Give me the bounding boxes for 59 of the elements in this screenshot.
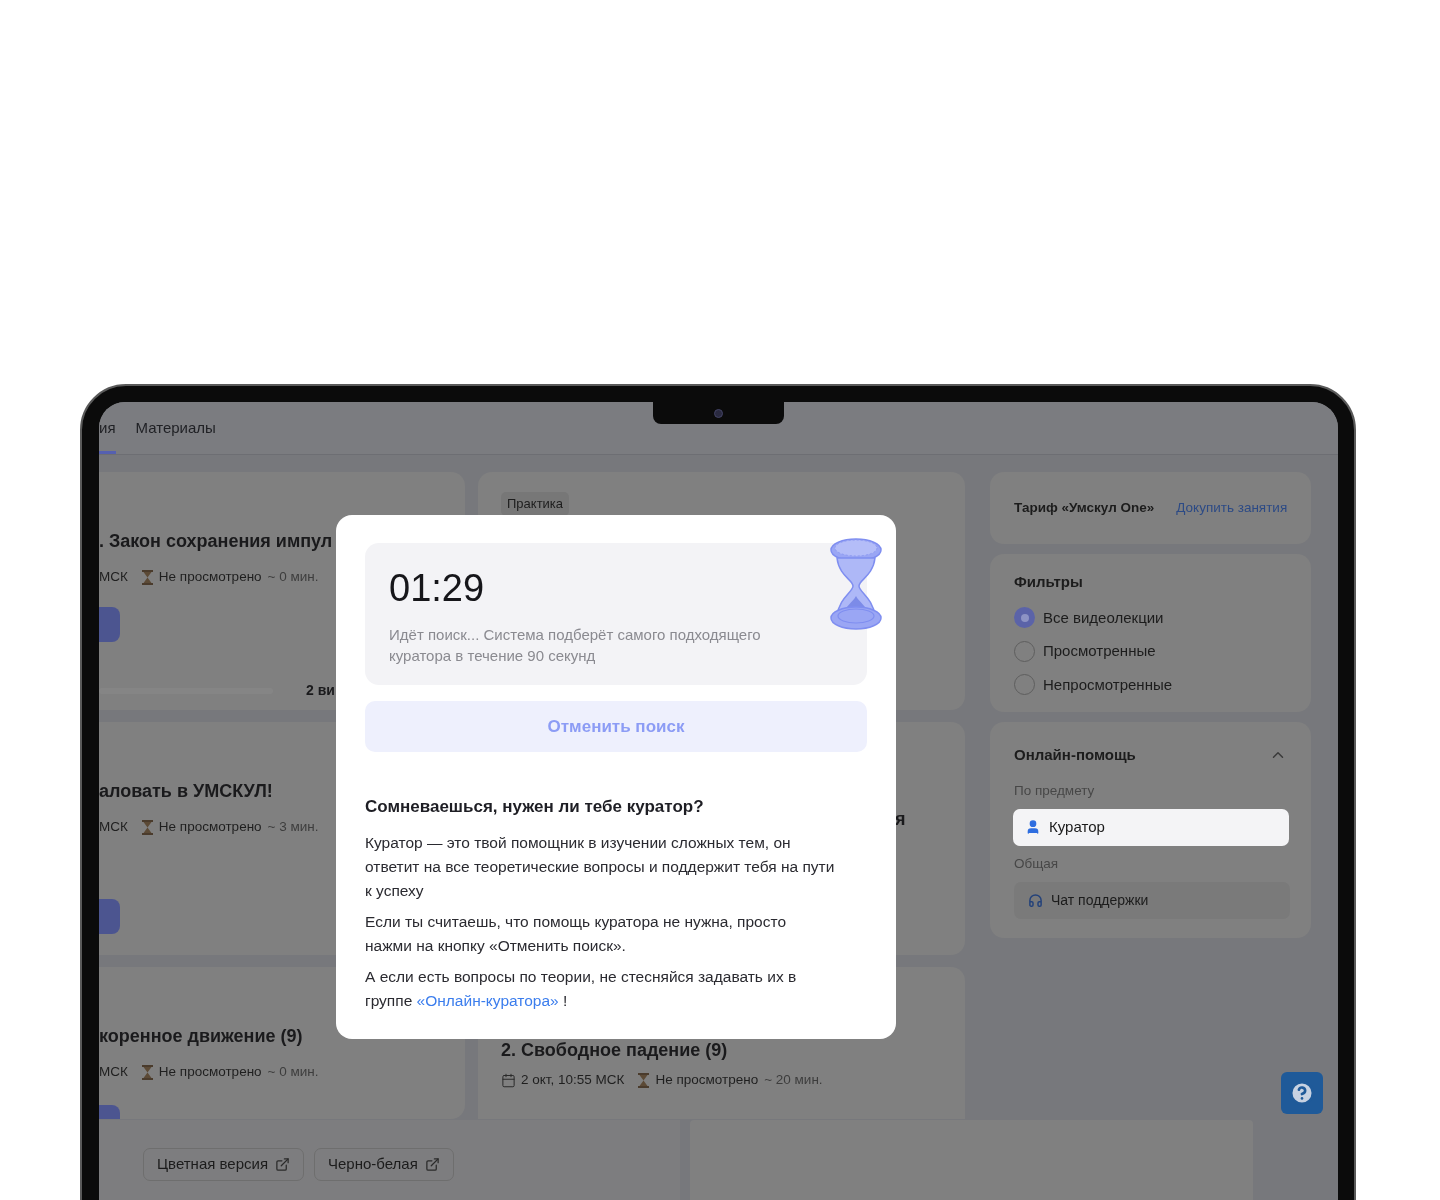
lesson-title: 2. Свободное падение (9) — [501, 1039, 729, 1062]
camera-icon — [714, 408, 723, 418]
filters-title: Фильтры — [1014, 572, 1084, 592]
lesson-date: 2 окт, 10:55 МСК — [521, 1071, 625, 1089]
download-button[interactable]: Цветная версия — [143, 1148, 304, 1181]
download-button[interactable]: Черно-белая — [314, 1148, 454, 1181]
calendar-icon — [501, 1072, 516, 1088]
dialog-paragraph: Если ты считаешь, что помощь куратора не нужна, просто нажми на кнопку «Отменить поиск». — [365, 911, 787, 956]
help-title: Онлайн-помощь — [1014, 745, 1136, 765]
hourglass-icon — [141, 819, 153, 835]
progress-label: 2 ви — [306, 681, 335, 701]
lesson-status: Не просмотрено — [655, 1071, 759, 1089]
hourglass-icon — [141, 569, 153, 585]
lesson-duration: ~ 3 мин. — [267, 818, 319, 836]
lesson-date: МСК — [99, 568, 128, 586]
lesson-status: Не просмотрено — [158, 568, 262, 586]
action-button[interactable] — [99, 1105, 120, 1120]
tariff-label: Тариф «Умскул One» — [1014, 498, 1155, 517]
lesson-title: я — [895, 808, 907, 831]
lesson-duration: ~ 0 мин. — [267, 568, 319, 586]
action-button[interactable] — [99, 899, 120, 935]
help-icon — [1289, 1080, 1315, 1106]
lesson-title: . Закон сохранения импул — [99, 530, 334, 553]
lesson-date: МСК — [99, 1063, 128, 1081]
hourglass-icon — [829, 536, 883, 632]
filter-option[interactable]: Непросмотренные — [1014, 673, 1287, 696]
tag: Практика — [501, 492, 570, 516]
dialog-heading: Сомневаешься, нужен ли тебе куратор? — [365, 796, 705, 818]
dialog-paragraph: Куратор — это твой помощник в изучении сложных тем, он ответит на все теоретические вопросы и поддержит тебя на пути к успеху — [365, 832, 835, 901]
buy-more-link[interactable]: Докупить занятия — [1176, 497, 1288, 519]
group-label: Общая — [1014, 854, 1060, 873]
lesson-status: Не просмотрено — [158, 1063, 262, 1081]
headset-icon — [1028, 893, 1043, 908]
help-item[interactable]: Чат поддержки — [1014, 882, 1290, 919]
tab[interactable]: ия — [99, 402, 116, 454]
lesson-duration: ~ 0 мин. — [267, 1063, 319, 1081]
dialog-paragraph: А если есть вопросы по теории, не стесняйся задавать их в группе «Онлайн-куратора» ! — [365, 966, 798, 1011]
cancel-search-button[interactable]: Отменить поиск — [365, 701, 867, 752]
help-item[interactable]: Куратор — [1013, 808, 1289, 846]
online-curator-link[interactable]: «Онлайн-куратора» — [416, 991, 559, 1009]
filter-option[interactable]: Все видеолекции — [1014, 606, 1287, 629]
timer: 01:29 — [389, 566, 486, 611]
group-label: По предмету — [1014, 781, 1096, 800]
external-link-icon — [424, 1157, 440, 1172]
filter-option[interactable]: Просмотренные — [1014, 640, 1287, 663]
lesson-title: аловать в УМСКУЛ! — [99, 780, 274, 803]
user-icon — [1025, 819, 1041, 836]
search-status: Идёт поиск... Система подберёт самого подходящего куратора в течение 90 секунд — [389, 625, 762, 666]
hourglass-icon — [638, 1072, 650, 1088]
hourglass-icon — [141, 1064, 153, 1080]
help-button[interactable] — [1281, 1072, 1323, 1114]
external-link-icon — [275, 1157, 290, 1172]
radio[interactable] — [1014, 607, 1035, 629]
lesson-duration: ~ 20 мин. — [764, 1071, 823, 1089]
lesson-status: Не просмотрено — [158, 818, 262, 836]
tab[interactable]: Материалы — [135, 402, 216, 454]
action-button[interactable] — [99, 607, 120, 643]
lesson-title: коренное движение (9) — [99, 1025, 304, 1048]
lesson-date: МСК — [99, 818, 128, 836]
